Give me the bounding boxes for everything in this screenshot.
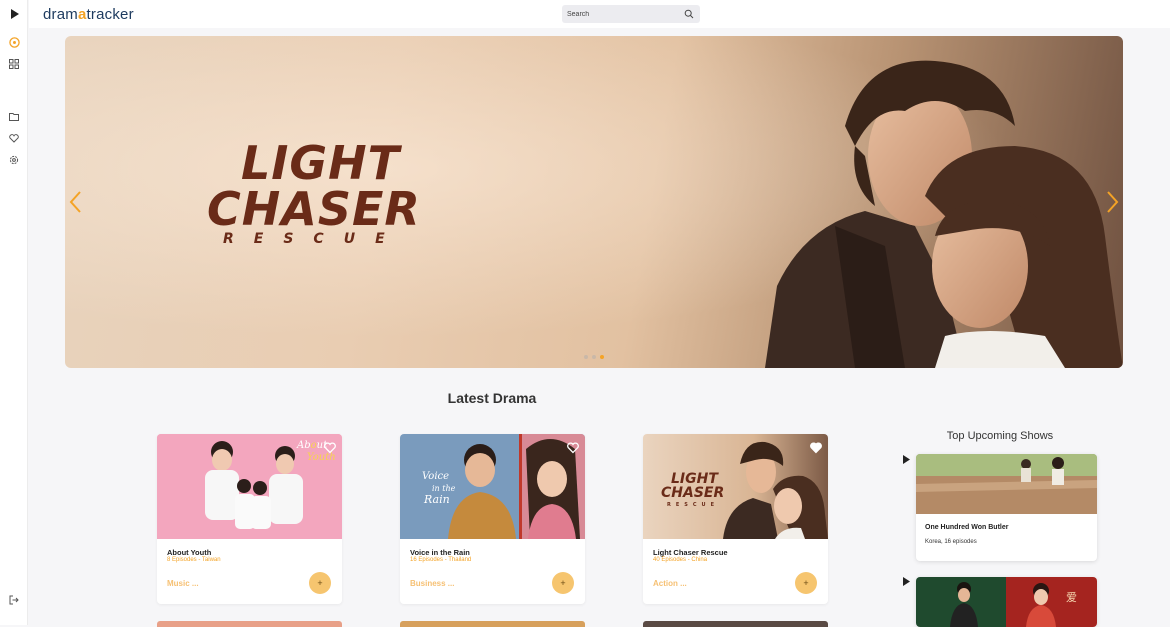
- drama-card-peek: [400, 621, 585, 627]
- add-to-list-button[interactable]: +: [309, 572, 331, 594]
- svg-text:爱: 爱: [1066, 591, 1077, 604]
- drama-title[interactable]: Light Chaser Rescue: [653, 548, 728, 557]
- search-box: [562, 5, 700, 23]
- svg-text:RESCUE: RESCUE: [667, 502, 719, 508]
- drama-title[interactable]: About Youth: [167, 548, 211, 557]
- carousel-dot-3[interactable]: [600, 355, 604, 359]
- heart-icon[interactable]: [7, 131, 21, 145]
- play-icon[interactable]: [7, 7, 21, 21]
- grid-icon[interactable]: [7, 57, 21, 71]
- upcoming-poster[interactable]: 爱: [916, 577, 1097, 627]
- hero-carousel[interactable]: LIGHT CHASER RESCUE: [65, 36, 1123, 368]
- upcoming-card[interactable]: One Hundred Won Butler Korea, 16 episode…: [916, 454, 1097, 561]
- carousel-prev-icon[interactable]: [68, 188, 84, 216]
- drama-title[interactable]: Voice in the Rain: [410, 548, 470, 557]
- upcoming-meta: Korea, 16 episodes: [925, 539, 977, 545]
- drama-genre: Business ...: [410, 579, 455, 588]
- drama-poster[interactable]: Voice in the Rain: [400, 434, 585, 539]
- upcoming-poster[interactable]: [916, 454, 1097, 514]
- svg-text:in the: in the: [432, 484, 456, 493]
- carousel-next-icon[interactable]: [1104, 188, 1120, 216]
- drama-card[interactable]: Voice in the Rain Voice in the Rain 16 E…: [400, 434, 585, 604]
- drama-poster[interactable]: LIGHT CHASER RESCUE: [643, 434, 828, 539]
- svg-text:Rain: Rain: [423, 493, 450, 506]
- hero-title-line2: CHASER: [207, 182, 421, 236]
- drama-genre: Action ...: [653, 579, 687, 588]
- upcoming-heading: Top Upcoming Shows: [946, 430, 1054, 442]
- favorite-heart-icon[interactable]: [567, 442, 579, 454]
- drama-card-peek: [157, 621, 342, 627]
- upcoming-card[interactable]: 爱: [916, 577, 1097, 627]
- svg-text:Voice: Voice: [422, 471, 449, 482]
- logout-icon[interactable]: [7, 593, 21, 607]
- drama-meta: 8 Episodes - Taiwan: [167, 557, 221, 563]
- logo-accent: a: [77, 6, 87, 23]
- carousel-dot-2[interactable]: [592, 355, 596, 359]
- play-icon[interactable]: [902, 455, 911, 464]
- svg-text:CHASER: CHASER: [661, 485, 724, 501]
- add-to-list-button[interactable]: +: [552, 572, 574, 594]
- upcoming-title[interactable]: One Hundred Won Butler: [925, 524, 1008, 531]
- folder-icon[interactable]: [7, 109, 21, 123]
- logo-prefix: dram: [43, 6, 78, 23]
- add-to-list-button[interactable]: +: [795, 572, 817, 594]
- logo-suffix: tracker: [86, 6, 134, 23]
- drama-meta: 16 Episodes - Thailand: [410, 557, 472, 563]
- left-rail: [0, 0, 28, 625]
- search-icon[interactable]: [684, 9, 694, 19]
- settings-icon[interactable]: [7, 153, 21, 167]
- drama-card[interactable]: LIGHT CHASER RESCUE Light Chaser Rescue …: [643, 434, 828, 604]
- latest-drama-heading: Latest Drama: [447, 390, 537, 406]
- play-icon[interactable]: [902, 577, 911, 586]
- favorite-heart-icon[interactable]: [324, 442, 336, 454]
- drama-poster[interactable]: About Youth: [157, 434, 342, 539]
- search-input[interactable]: [567, 7, 677, 21]
- favorite-heart-icon[interactable]: [810, 442, 822, 454]
- drama-card-peek: [643, 621, 828, 627]
- drama-card[interactable]: About Youth About Youth 8 Episodes - Tai…: [157, 434, 342, 604]
- drama-meta: 40 Episodes - China: [653, 557, 708, 563]
- discover-icon[interactable]: [7, 35, 21, 49]
- hero-title-line3: RESCUE: [223, 231, 405, 247]
- carousel-dot-1[interactable]: [584, 355, 588, 359]
- drama-genre: Music ...: [167, 579, 199, 588]
- carousel-dots: [584, 355, 604, 359]
- top-bar: dramatracker: [29, 0, 1170, 28]
- app-logo[interactable]: dramatracker: [43, 6, 134, 23]
